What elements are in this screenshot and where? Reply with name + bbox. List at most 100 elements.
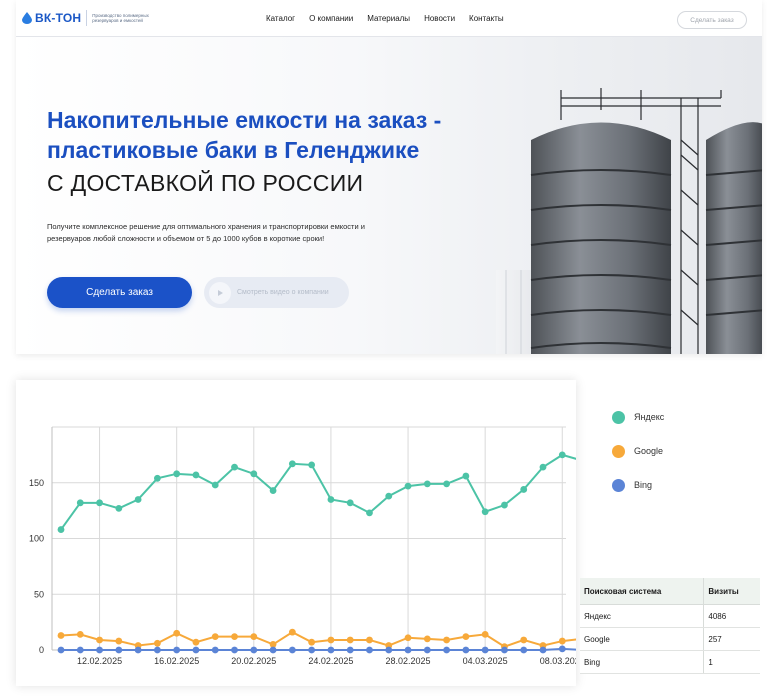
data-point-yandex xyxy=(558,451,566,459)
header-order-button[interactable]: Сделать заказ xyxy=(677,11,747,29)
nav-item-materials[interactable]: Материалы xyxy=(367,14,410,23)
data-point-yandex xyxy=(250,470,258,478)
data-point-google xyxy=(520,636,528,644)
water-drop-icon xyxy=(22,12,32,24)
data-point-google xyxy=(443,636,450,644)
data-point-bing xyxy=(501,646,508,654)
x-tick-label: 04.03.2025 xyxy=(463,656,508,666)
column-header-visits: Визиты xyxy=(703,578,760,605)
data-point-bing xyxy=(173,646,181,654)
data-point-yandex xyxy=(501,501,508,509)
table-cell-visits: 257 xyxy=(703,627,760,651)
data-point-google xyxy=(231,633,238,641)
table-cell-visits: 1 xyxy=(703,650,760,674)
data-point-yandex xyxy=(192,471,200,479)
nav-item-news[interactable]: Новости xyxy=(424,14,455,23)
order-button[interactable]: Сделать заказ xyxy=(47,277,192,308)
bing-swatch xyxy=(612,478,625,492)
video-button[interactable]: Смотреть видео о компании xyxy=(204,277,349,308)
nav-item-contacts[interactable]: Контакты xyxy=(469,14,504,23)
video-button-label: Смотреть видео о компании xyxy=(237,289,329,296)
main-nav: Каталог О компании Материалы Новости Кон… xyxy=(266,14,518,23)
logo-text: ВК-ТОН xyxy=(35,11,82,25)
data-point-yandex xyxy=(115,504,123,512)
data-point-bing xyxy=(57,646,65,654)
table-cell-engine: Google xyxy=(580,627,704,651)
x-tick-label: 20.02.2025 xyxy=(231,656,276,666)
data-point-bing xyxy=(96,646,103,654)
data-point-bing xyxy=(462,646,470,654)
data-point-bing xyxy=(385,646,393,654)
x-tick-label: 28.02.2025 xyxy=(386,656,431,666)
visits-line-chart: 0 50 100 150 12.02.2025 16.02.2025 20.02.2025 2… xyxy=(29,426,576,666)
data-point-google xyxy=(288,628,296,636)
legend-item-yandex: Яндекс xyxy=(612,400,664,434)
hero-description: Получите комплексное решение для оптимал… xyxy=(47,222,365,243)
data-point-bing xyxy=(231,646,238,654)
column-header-engine: Поисковая система xyxy=(580,578,704,605)
data-point-google xyxy=(423,635,431,643)
nav-item-about[interactable]: О компании xyxy=(309,14,353,23)
legend-item-google: Google xyxy=(612,434,664,468)
data-point-yandex xyxy=(366,509,373,517)
logo-tagline: Производство полимерных резервуаров и ем… xyxy=(92,12,149,24)
data-point-google xyxy=(481,630,489,638)
y-tick-label: 100 xyxy=(29,534,44,544)
data-point-yandex xyxy=(308,461,316,469)
data-point-bing xyxy=(366,646,373,654)
visits-table: Поисковая система Визиты Яндекс 4086 Goo… xyxy=(580,578,760,674)
legend-label-yandex: Яндекс xyxy=(634,412,665,422)
table-cell-engine: Bing xyxy=(580,650,704,674)
data-point-google xyxy=(76,630,84,638)
data-point-google xyxy=(57,632,65,639)
play-icon xyxy=(209,281,231,304)
yandex-swatch xyxy=(612,410,625,424)
data-point-yandex xyxy=(481,508,489,516)
data-point-bing xyxy=(211,646,219,654)
legend-item-bing: Bing xyxy=(612,468,664,502)
visits-chart-panel: 0 50 100 150 12.02.2025 16.02.2025 20.02.2025 2… xyxy=(16,380,576,686)
data-point-yandex xyxy=(76,499,84,507)
data-point-yandex xyxy=(154,474,161,482)
data-point-bing xyxy=(115,646,123,654)
data-point-bing xyxy=(154,646,161,654)
site-header: ВК-ТОН Производство полимерных резервуар… xyxy=(16,0,762,37)
data-point-google xyxy=(366,636,373,644)
hero-subtitle: С ДОСТАВКОЙ ПО РОССИИ xyxy=(47,170,364,196)
legend-label-bing: Bing xyxy=(634,480,653,490)
data-point-bing xyxy=(520,646,528,654)
data-point-bing xyxy=(269,646,277,654)
data-point-yandex xyxy=(520,486,528,493)
logo[interactable]: ВК-ТОН Производство полимерных резервуар… xyxy=(22,10,154,26)
data-point-google xyxy=(192,638,200,646)
y-tick-label: 50 xyxy=(34,589,44,599)
x-tick-label: 08.03.2025 xyxy=(540,656,576,666)
data-point-bing xyxy=(346,646,354,654)
chart-legend: Яндекс Google Bing xyxy=(612,400,664,502)
data-point-google xyxy=(327,636,335,644)
data-point-yandex xyxy=(57,526,65,533)
data-point-google xyxy=(462,633,470,641)
x-tick-label: 12.02.2025 xyxy=(77,656,122,666)
data-point-bing xyxy=(443,646,450,654)
data-point-google xyxy=(154,639,161,647)
data-point-google xyxy=(308,638,316,646)
data-point-yandex xyxy=(462,472,470,480)
data-point-yandex xyxy=(443,480,450,488)
data-point-yandex xyxy=(288,460,296,468)
data-point-google xyxy=(558,637,566,645)
y-tick-label: 0 xyxy=(39,645,44,655)
data-point-bing xyxy=(250,646,258,654)
series-line-yandex xyxy=(60,453,576,531)
data-point-bing xyxy=(481,646,489,654)
data-point-google xyxy=(211,633,219,641)
data-point-bing xyxy=(404,646,412,654)
table-cell-visits: 4086 xyxy=(703,604,760,628)
data-point-google xyxy=(96,636,103,644)
table-cell-engine: Яндекс xyxy=(580,604,704,628)
data-point-yandex xyxy=(539,463,547,471)
data-point-yandex xyxy=(211,481,219,489)
data-point-bing xyxy=(423,646,431,654)
nav-item-catalog[interactable]: Каталог xyxy=(266,14,295,23)
data-point-google xyxy=(250,633,258,641)
